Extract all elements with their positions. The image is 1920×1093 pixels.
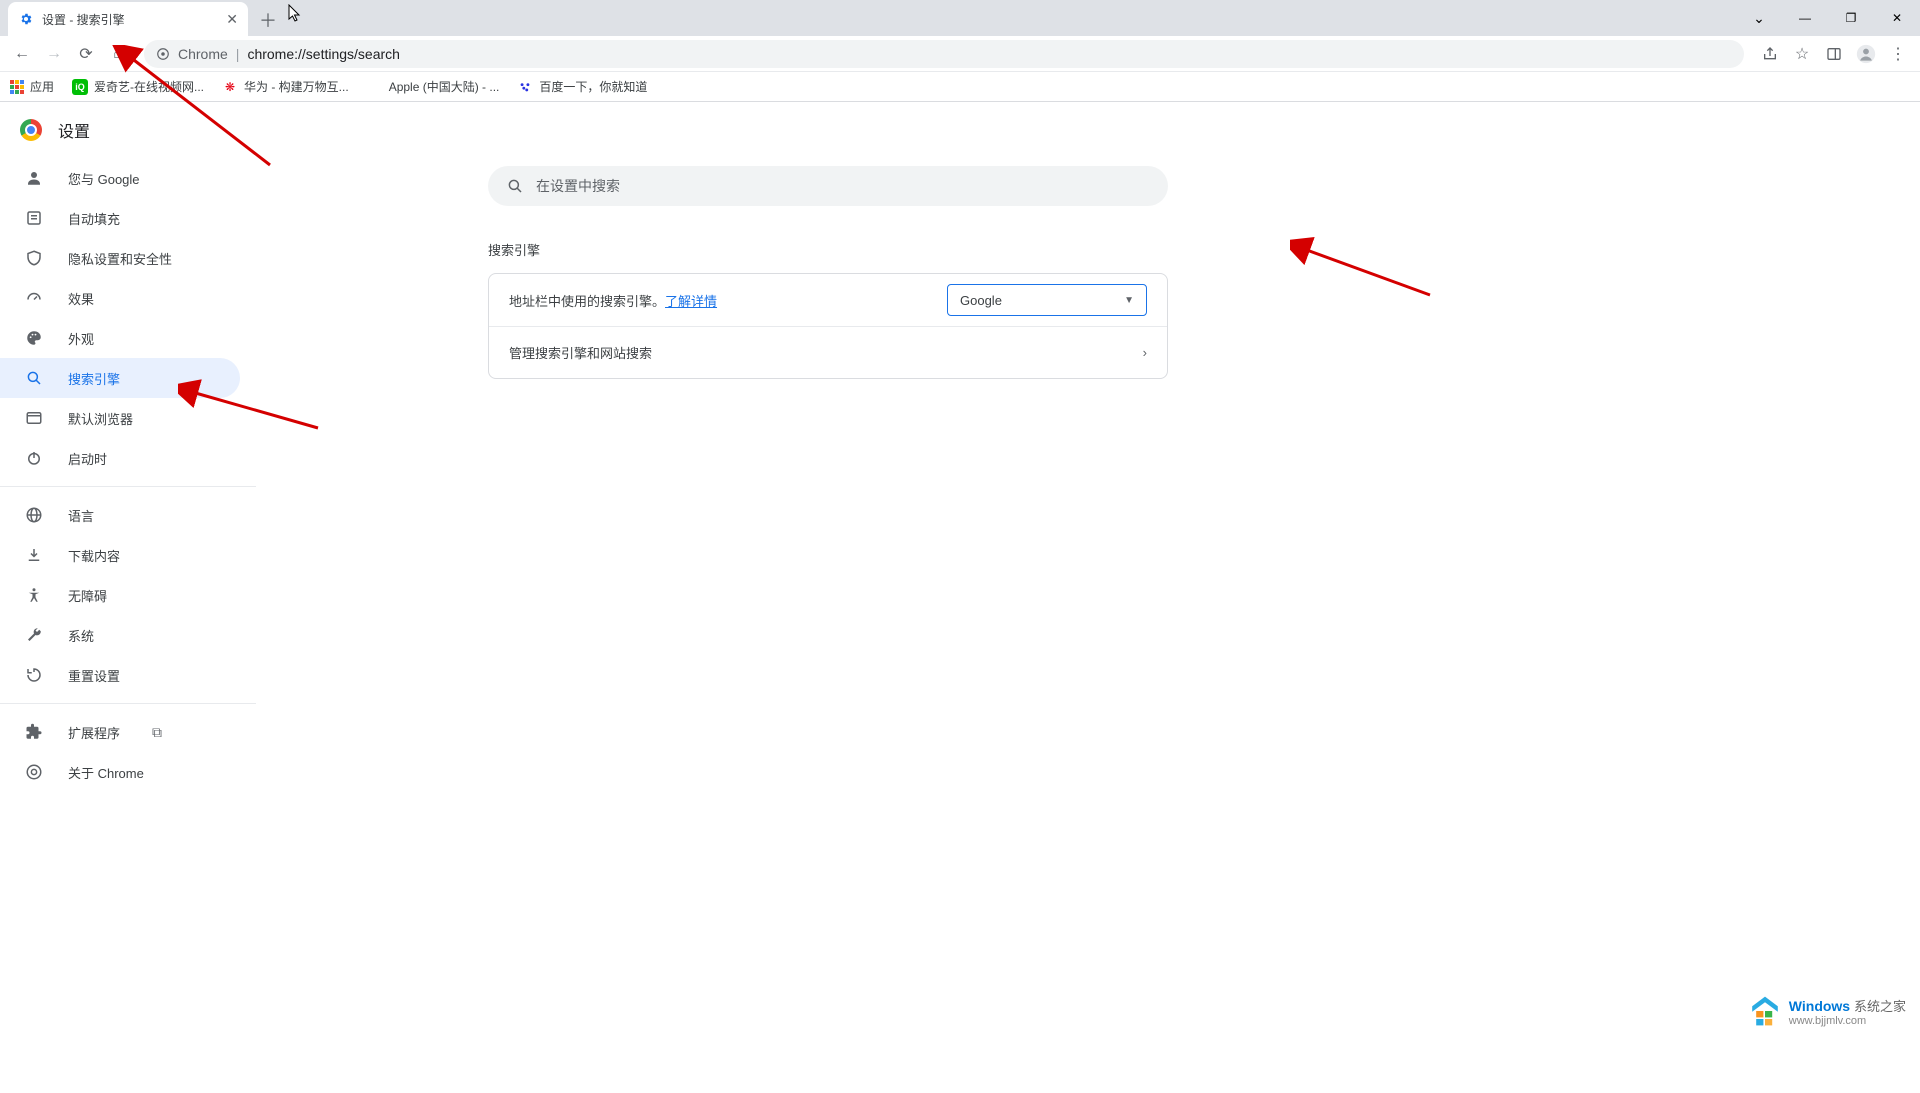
accessibility-icon (24, 586, 44, 604)
omnibox-url: chrome://settings/search (247, 46, 400, 62)
autofill-icon (24, 209, 44, 227)
manage-search-engines-row[interactable]: 管理搜索引擎和网站搜索 › (489, 326, 1167, 378)
chevron-right-icon: › (1143, 345, 1147, 360)
sidebar-item-reset[interactable]: 重置设置 (0, 655, 240, 695)
bookmark-huawei[interactable]: ❋ 华为 - 构建万物互... (222, 78, 349, 95)
sidebar-item-privacy[interactable]: 隐私设置和安全性 (0, 238, 240, 278)
favicon: ❋ (222, 79, 238, 95)
favicon: iQ (72, 79, 88, 95)
sidebar-item-search-engine[interactable]: 搜索引擎 (0, 358, 240, 398)
main-panel: 在设置中搜索 搜索引擎 地址栏中使用的搜索引擎。 了解详情 Google ▼ 管… (256, 158, 1920, 1093)
sidebar-item-you-and-google[interactable]: 您与 Google (0, 158, 240, 198)
content: 您与 Google 自动填充 隐私设置和安全性 效果 外观 搜索引擎 默认浏览器 (0, 158, 1920, 1093)
bookmark-star-icon[interactable]: ☆ (1788, 40, 1816, 68)
sidebar-item-extensions[interactable]: 扩展程序 ⧉ (0, 712, 240, 752)
browser-tab[interactable]: 设置 - 搜索引擎 ✕ (8, 2, 248, 36)
shield-icon (24, 249, 44, 267)
side-panel-icon[interactable] (1820, 40, 1848, 68)
close-window-button[interactable]: ✕ (1874, 3, 1920, 33)
address-bar[interactable]: Chrome | chrome://settings/search (144, 40, 1744, 68)
learn-more-link[interactable]: 了解详情 (665, 291, 717, 310)
bookmark-apple[interactable]: Apple (中国大陆) - ... (367, 78, 500, 95)
sidebar: 您与 Google 自动填充 隐私设置和安全性 效果 外观 搜索引擎 默认浏览器 (0, 158, 256, 1093)
back-button[interactable]: ← (8, 40, 36, 68)
browser-icon (24, 409, 44, 427)
settings-search[interactable]: 在设置中搜索 (488, 166, 1168, 206)
person-icon (24, 169, 44, 187)
apps-shortcut[interactable]: 应用 (10, 78, 54, 95)
close-icon[interactable]: ✕ (226, 11, 238, 28)
share-icon[interactable] (1756, 40, 1784, 68)
window-controls: ⌄ — ❐ ✕ (1736, 0, 1920, 36)
reload-button[interactable]: ⟳ (72, 40, 100, 68)
watermark-logo-icon (1749, 995, 1781, 1027)
wrench-icon (24, 626, 44, 644)
apps-icon (10, 80, 24, 94)
separator (0, 703, 256, 704)
sidebar-item-default-browser[interactable]: 默认浏览器 (0, 398, 240, 438)
forward-button[interactable]: → (40, 40, 68, 68)
power-icon (24, 449, 44, 467)
omnibox-prefix: Chrome (178, 46, 228, 62)
tab-strip: 设置 - 搜索引擎 ✕ ＋ ⌄ — ❐ ✕ (0, 0, 1920, 36)
sidebar-item-performance[interactable]: 效果 (0, 278, 240, 318)
globe-icon (24, 506, 44, 524)
favicon (367, 79, 383, 95)
separator (0, 486, 256, 487)
gear-icon (18, 11, 34, 27)
extension-icon (24, 723, 44, 741)
home-button[interactable]: ⌂ (104, 40, 132, 68)
site-info-icon[interactable] (156, 47, 170, 61)
chrome-icon (24, 763, 44, 781)
sidebar-item-system[interactable]: 系统 (0, 615, 240, 655)
favicon (517, 79, 533, 95)
maximize-button[interactable]: ❐ (1828, 3, 1874, 33)
speedometer-icon (24, 289, 44, 307)
search-icon (506, 177, 524, 195)
settings-header: 设置 (0, 102, 1920, 158)
chrome-logo-icon (20, 119, 42, 141)
search-engine-card: 地址栏中使用的搜索引擎。 了解详情 Google ▼ 管理搜索引擎和网站搜索 › (488, 273, 1168, 379)
search-icon (24, 369, 44, 387)
sidebar-item-on-startup[interactable]: 启动时 (0, 438, 240, 478)
search-placeholder: 在设置中搜索 (536, 176, 620, 196)
row-label: 地址栏中使用的搜索引擎。 (509, 291, 665, 310)
sidebar-item-accessibility[interactable]: 无障碍 (0, 575, 240, 615)
profile-icon[interactable] (1852, 40, 1880, 68)
menu-icon[interactable]: ⋮ (1884, 40, 1912, 68)
palette-icon (24, 329, 44, 347)
sidebar-item-about[interactable]: 关于 Chrome (0, 752, 240, 792)
chevron-down-icon[interactable]: ⌄ (1736, 3, 1782, 33)
new-tab-button[interactable]: ＋ (254, 6, 282, 34)
bookmark-iqiyi[interactable]: iQ 爱奇艺-在线视频网... (72, 78, 204, 95)
search-engine-select[interactable]: Google ▼ (947, 284, 1147, 316)
default-search-engine-row: 地址栏中使用的搜索引擎。 了解详情 Google ▼ (489, 274, 1167, 326)
minimize-button[interactable]: — (1782, 3, 1828, 33)
download-icon (24, 546, 44, 564)
settings-title: 设置 (58, 118, 90, 142)
toolbar: ← → ⟳ ⌂ Chrome | chrome://settings/searc… (0, 36, 1920, 72)
restore-icon (24, 666, 44, 684)
sidebar-item-appearance[interactable]: 外观 (0, 318, 240, 358)
section-title: 搜索引擎 (488, 240, 540, 259)
tab-title: 设置 - 搜索引擎 (42, 11, 125, 28)
watermark: Windows 系统之家 www.bjjmlv.com (1749, 995, 1906, 1027)
sidebar-item-languages[interactable]: 语言 (0, 495, 240, 535)
bookmark-baidu[interactable]: 百度一下，你就知道 (517, 78, 647, 95)
select-value: Google (960, 293, 1002, 308)
bookmarks-bar: 应用 iQ 爱奇艺-在线视频网... ❋ 华为 - 构建万物互... Apple… (0, 72, 1920, 102)
row-label: 管理搜索引擎和网站搜索 (509, 343, 652, 362)
caret-down-icon: ▼ (1124, 295, 1134, 306)
sidebar-item-autofill[interactable]: 自动填充 (0, 198, 240, 238)
external-link-icon: ⧉ (152, 724, 162, 741)
sidebar-item-downloads[interactable]: 下载内容 (0, 535, 240, 575)
